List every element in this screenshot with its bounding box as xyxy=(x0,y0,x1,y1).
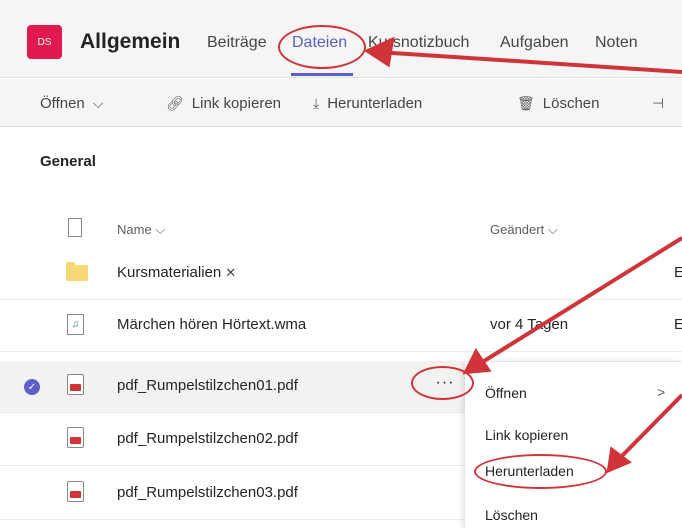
pin-button[interactable]: ⊣ xyxy=(652,95,664,112)
row-extra-cell: E xyxy=(674,316,682,333)
modified-cell: vor 4 Tagen xyxy=(490,316,569,333)
download-icon: ⤓ xyxy=(313,95,320,111)
section-title: General xyxy=(40,153,96,170)
chevron-down-icon: ⌵ xyxy=(92,95,104,111)
active-tab-indicator xyxy=(291,73,353,76)
download-button[interactable]: ⤓ Herunterladen xyxy=(313,95,422,112)
context-menu: Öffnen > Link kopieren Herunterladen Lös… xyxy=(465,362,682,528)
team-avatar[interactable]: DS xyxy=(27,25,62,59)
chevron-right-icon: > xyxy=(657,384,666,400)
pin-icon: ✕ xyxy=(225,265,237,280)
link-icon: 🔗︎ xyxy=(166,95,184,111)
audio-file-icon: ♫ xyxy=(67,314,84,335)
sort-chevron-icon: ⌵ xyxy=(547,222,558,237)
open-label: Öffnen xyxy=(40,95,85,112)
pin-icon: ⊣ xyxy=(652,95,665,111)
file-name[interactable]: pdf_Rumpelstilzchen02.pdf xyxy=(117,430,298,447)
folder-icon xyxy=(66,262,88,281)
checkmark-icon[interactable]: ✓ xyxy=(24,379,40,395)
column-modified-label: Geändert xyxy=(490,222,545,237)
table-row[interactable]: Kursmaterialien ✕ E xyxy=(0,248,682,300)
annotation-circle-more xyxy=(411,366,474,400)
channel-title: Allgemein xyxy=(80,30,181,53)
pdf-file-icon xyxy=(67,427,84,448)
tab-aufgaben[interactable]: Aufgaben xyxy=(500,34,569,52)
column-name-label: Name xyxy=(117,222,152,237)
file-toolbar: Öffnen ⌵ 🔗︎ Link kopieren ⤓ Herunterlade… xyxy=(0,79,682,127)
menu-item-delete[interactable]: Löschen xyxy=(485,507,538,523)
copy-link-label: Link kopieren xyxy=(191,95,282,112)
file-name[interactable]: pdf_Rumpelstilzchen03.pdf xyxy=(117,484,298,501)
trash-icon: 🗑︎ xyxy=(517,95,535,111)
column-header-name[interactable]: Name ⌵ xyxy=(117,222,165,238)
file-type-column-icon xyxy=(68,218,82,237)
pdf-file-icon xyxy=(67,374,84,395)
pdf-file-icon xyxy=(67,481,84,502)
delete-button[interactable]: 🗑︎ Löschen xyxy=(517,95,600,112)
copy-link-button[interactable]: 🔗︎ Link kopieren xyxy=(166,95,281,112)
file-name[interactable]: Märchen hören Hörtext.wma xyxy=(117,316,306,333)
menu-item-copy-link[interactable]: Link kopieren xyxy=(485,427,568,443)
file-name[interactable]: pdf_Rumpelstilzchen01.pdf xyxy=(117,377,298,394)
menu-item-open[interactable]: Öffnen xyxy=(485,385,527,401)
delete-label: Löschen xyxy=(542,95,600,112)
table-row[interactable]: ♫ Märchen hören Hörtext.wma vor 4 Tagen … xyxy=(0,300,682,352)
tab-beitraege[interactable]: Beiträge xyxy=(207,34,267,52)
row-extra-cell: E xyxy=(674,264,682,281)
annotation-circle-download xyxy=(474,454,607,489)
download-label: Herunterladen xyxy=(327,95,423,112)
annotation-circle-tab xyxy=(278,25,366,69)
tab-kursnotizbuch[interactable]: Kursnotizbuch xyxy=(368,34,469,52)
sort-chevron-icon: ⌵ xyxy=(155,222,166,237)
column-header-modified[interactable]: Geändert ⌵ xyxy=(490,222,558,238)
file-name[interactable]: Kursmaterialien ✕ xyxy=(117,264,236,281)
open-button[interactable]: Öffnen ⌵ xyxy=(40,95,103,112)
tab-noten[interactable]: Noten xyxy=(595,34,638,52)
